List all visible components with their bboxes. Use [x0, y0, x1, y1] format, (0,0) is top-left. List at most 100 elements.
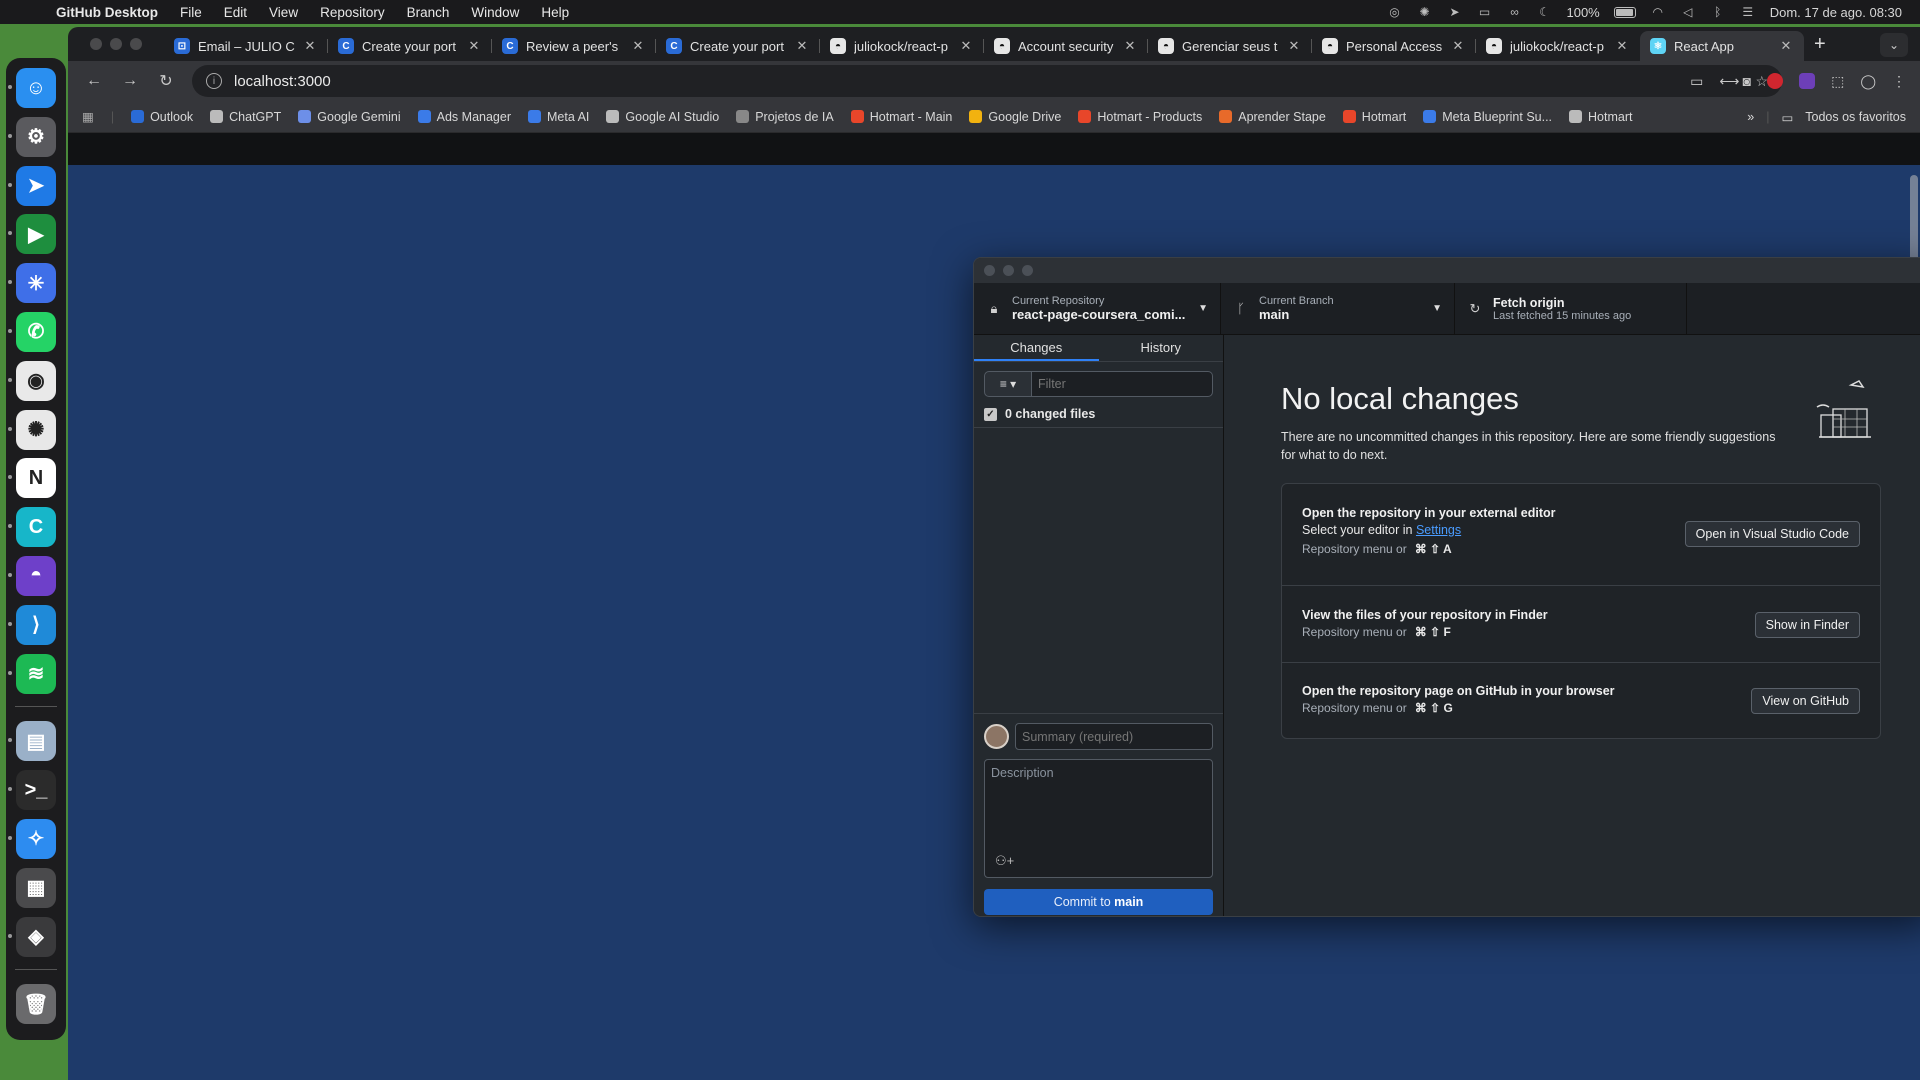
close-tab-icon[interactable]: ✕	[630, 38, 646, 54]
menu-help[interactable]: Help	[541, 5, 569, 20]
show-in-finder-button[interactable]: Show in Finder	[1754, 612, 1860, 638]
browser-tab[interactable]: ◓ Account security ✕	[984, 31, 1148, 61]
install-icon[interactable]: ▭	[1690, 73, 1703, 90]
bookmark-item[interactable]: Outlook	[131, 110, 193, 124]
control-center-icon[interactable]: ☰	[1740, 5, 1756, 19]
close-tab-icon[interactable]: ✕	[958, 38, 974, 54]
red-extension-icon[interactable]	[1767, 73, 1784, 89]
zoom-window-button[interactable]	[130, 38, 142, 50]
gh-close-button[interactable]	[984, 265, 995, 276]
status-arrow-icon[interactable]: ➤	[1446, 5, 1462, 19]
chrome-icon[interactable]: ◉	[8, 360, 56, 401]
spotify-icon[interactable]: ≋	[8, 653, 56, 694]
settings-link[interactable]: Settings	[1416, 523, 1461, 537]
bookmark-item[interactable]: Google AI Studio	[606, 110, 719, 124]
tab-changes[interactable]: Changes	[974, 335, 1099, 361]
menu-app-name[interactable]: GitHub Desktop	[56, 5, 158, 20]
menu-branch[interactable]: Branch	[407, 5, 450, 20]
canva-icon[interactable]: C	[8, 507, 56, 548]
gh-zoom-button[interactable]	[1022, 265, 1033, 276]
tab-history[interactable]: History	[1099, 335, 1224, 361]
filter-options-button[interactable]: ≡ ▾	[984, 371, 1032, 397]
current-repository-dropdown[interactable]: 🔒︎ Current Repository react-page-courser…	[974, 283, 1221, 334]
more-bookmarks-icon[interactable]: »	[1747, 110, 1754, 124]
system-settings-icon[interactable]: ⚙	[8, 116, 56, 157]
clock[interactable]: Dom. 17 de ago. 08:30	[1770, 5, 1902, 20]
browser-tab[interactable]: ⊡ Email – JULIO C ✕	[164, 31, 328, 61]
all-favorites-link[interactable]: Todos os favoritos	[1805, 110, 1906, 124]
trash-icon[interactable]: 🗑	[16, 984, 56, 1025]
paper-plane-app-icon[interactable]: ➤	[8, 165, 56, 206]
menu-window[interactable]: Window	[471, 5, 519, 20]
gh-minimize-button[interactable]	[1003, 265, 1014, 276]
bookmark-item[interactable]: Hotmart - Products	[1078, 110, 1202, 124]
add-coauthor-icon[interactable]: ⚇+	[995, 853, 1014, 869]
bluetooth-icon[interactable]: ᛒ	[1710, 5, 1726, 19]
close-window-button[interactable]	[90, 38, 102, 50]
bookmark-item[interactable]: Hotmart - Main	[850, 110, 952, 124]
open-in-editor-button[interactable]: Open in Visual Studio Code	[1684, 521, 1860, 547]
unity-icon[interactable]: ◈	[8, 916, 56, 957]
bookmark-item[interactable]: Hotmart	[1569, 110, 1632, 124]
url-text[interactable]: localhost:3000	[234, 73, 331, 90]
calculator-icon[interactable]: ▦	[16, 867, 56, 908]
status-openai-icon[interactable]: ✺	[1416, 5, 1432, 19]
google-meet-icon[interactable]: ▶	[8, 214, 56, 255]
browser-tab[interactable]: ◓ Gerenciar seus t ✕	[1148, 31, 1312, 61]
moon-icon[interactable]: ☾	[1536, 5, 1552, 19]
battery-icon[interactable]	[1613, 6, 1636, 18]
close-tab-icon[interactable]: ✕	[1286, 38, 1302, 54]
minimize-window-button[interactable]	[110, 38, 122, 50]
vscode-icon[interactable]: ⟩	[8, 604, 56, 645]
github-desktop-icon[interactable]: ◓	[8, 555, 56, 596]
browser-tab[interactable]: C Create your port ✕	[328, 31, 492, 61]
extensions-puzzle-icon[interactable]: ⬚	[1831, 73, 1844, 90]
close-tab-icon[interactable]: ✕	[302, 38, 318, 54]
bookmark-item[interactable]: Meta AI	[528, 110, 589, 124]
bookmark-item[interactable]: Ads Manager	[417, 110, 511, 124]
terminal-icon[interactable]: >_	[8, 770, 56, 811]
bookmark-item[interactable]: Google Gemini	[298, 110, 401, 124]
summary-input[interactable]	[1015, 723, 1213, 750]
chatgpt-icon[interactable]: ✺	[8, 409, 56, 450]
chrome-menu-icon[interactable]: ⋮	[1892, 73, 1906, 90]
menu-file[interactable]: File	[180, 5, 202, 20]
close-tab-icon[interactable]: ✕	[794, 38, 810, 54]
translate-icon[interactable]: ⟷	[1719, 73, 1739, 90]
bookmark-item[interactable]: ChatGPT	[210, 110, 281, 124]
commit-button[interactable]: Commit to main	[984, 889, 1213, 915]
apps-grid-icon[interactable]: ▦	[82, 109, 94, 124]
close-tab-icon[interactable]: ✕	[1614, 38, 1630, 54]
status-window-icon[interactable]: ▭	[1476, 5, 1492, 19]
bookmark-item[interactable]: Aprender Stape	[1219, 110, 1326, 124]
current-branch-dropdown[interactable]: ᚴ Current Branch main ▼	[1221, 283, 1455, 334]
new-tab-button[interactable]: +	[1814, 33, 1826, 56]
view-on-github-button[interactable]: View on GitHub	[1751, 688, 1860, 714]
browser-tab[interactable]: C Create your port ✕	[656, 31, 820, 61]
close-tab-icon[interactable]: ✕	[1450, 38, 1466, 54]
browser-tab[interactable]: ◓ Personal Access ✕	[1312, 31, 1476, 61]
purple-extension-icon[interactable]	[1799, 73, 1816, 89]
finder-icon[interactable]: ☺	[8, 68, 56, 108]
browser-tab[interactable]: ⚛ React App ✕	[1640, 31, 1804, 61]
profile-icon[interactable]: ◯	[1860, 73, 1876, 90]
status-meta-icon[interactable]: ∞	[1506, 5, 1522, 19]
forward-button[interactable]: →	[112, 72, 148, 90]
menu-edit[interactable]: Edit	[224, 5, 247, 20]
browser-tab[interactable]: C Review a peer's ✕	[492, 31, 656, 61]
bookmark-item[interactable]: Google Drive	[969, 110, 1061, 124]
close-tab-icon[interactable]: ✕	[466, 38, 482, 54]
notion-icon[interactable]: N	[8, 458, 56, 499]
fetch-origin-button[interactable]: ↻ Fetch origin Last fetched 15 minutes a…	[1455, 283, 1687, 334]
mute-icon[interactable]: ◁	[1680, 5, 1696, 19]
status-app-icon[interactable]: ◎	[1386, 5, 1402, 19]
menu-view[interactable]: View	[269, 5, 298, 20]
ai-app-icon[interactable]: ✳	[8, 263, 56, 304]
browser-tab[interactable]: ◓ juliokock/react-p ✕	[820, 31, 984, 61]
close-tab-icon[interactable]: ✕	[1778, 38, 1794, 54]
filter-input[interactable]	[1032, 371, 1213, 397]
site-info-icon[interactable]: i	[206, 73, 222, 89]
close-tab-icon[interactable]: ✕	[1122, 38, 1138, 54]
tab-search-button[interactable]: ⌄	[1880, 33, 1908, 57]
browser-tab[interactable]: ◓ juliokock/react-p ✕	[1476, 31, 1640, 61]
